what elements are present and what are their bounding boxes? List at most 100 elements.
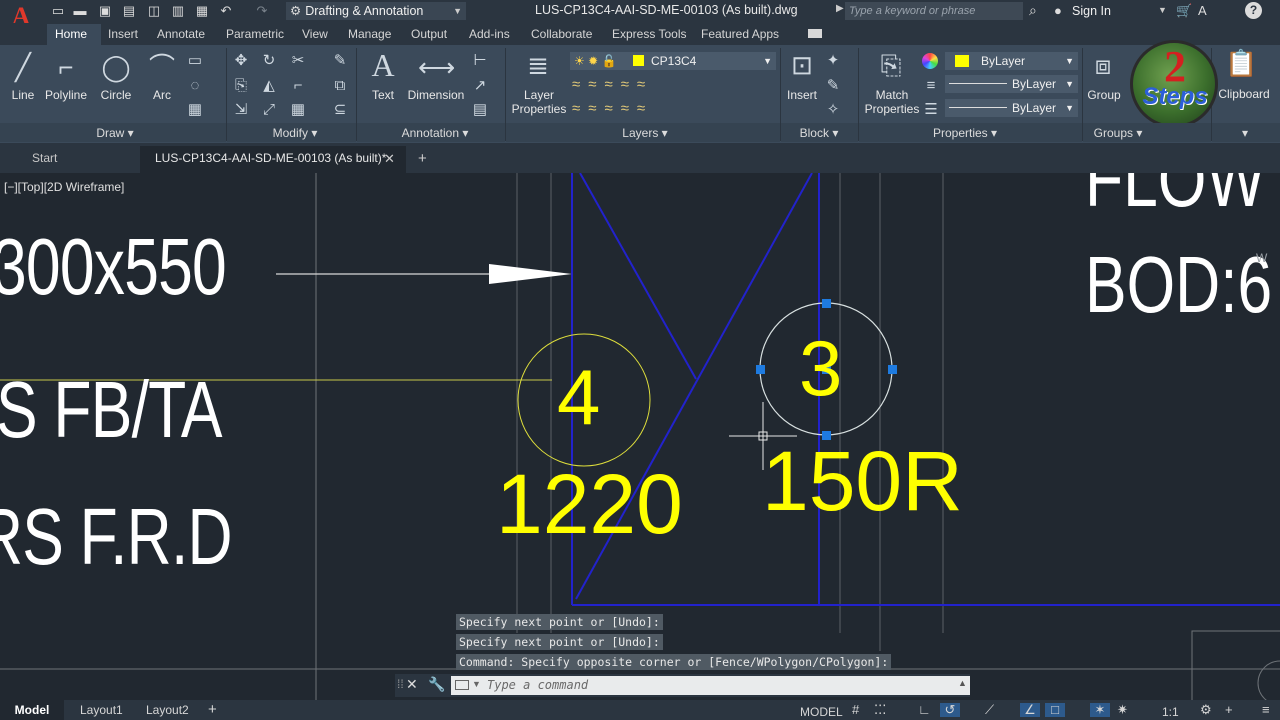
layout-tab-layout2[interactable]: Layout2 bbox=[146, 700, 189, 720]
array-icon[interactable]: ▦ bbox=[289, 101, 307, 119]
plot-icon[interactable]: ▦ bbox=[194, 3, 210, 19]
lineweight-icon[interactable]: ≡ bbox=[922, 77, 940, 95]
tab-drawing[interactable]: LUS-CP13C4-AAI-SD-ME-00103 (As built)* ✕ bbox=[140, 146, 406, 173]
chevron-right-icon[interactable]: ▶ bbox=[836, 3, 844, 14]
tab-parametric[interactable]: Parametric bbox=[226, 27, 284, 41]
tab-collaborate[interactable]: Collaborate bbox=[531, 27, 592, 41]
annotation-scale[interactable]: 1:1 bbox=[1162, 705, 1179, 719]
tab-express-tools[interactable]: Express Tools bbox=[612, 27, 686, 41]
leader-icon[interactable]: ↗ bbox=[471, 77, 489, 95]
tab-add-ins[interactable]: Add-ins bbox=[469, 27, 510, 41]
rectangle-icon[interactable]: ▭ bbox=[186, 52, 204, 70]
tab-insert[interactable]: Insert bbox=[108, 27, 138, 41]
table-grid-icon[interactable]: ▦ bbox=[186, 101, 204, 119]
ribbon-minimize-icon[interactable] bbox=[808, 29, 822, 38]
help-icon[interactable]: ? bbox=[1245, 2, 1262, 19]
fillet-icon[interactable]: ⌐ bbox=[289, 77, 307, 95]
modify-panel-title[interactable]: Modify ▾ bbox=[240, 126, 350, 140]
grid-icon[interactable]: # bbox=[852, 703, 859, 717]
annotation-visibility-icon[interactable]: ✶ bbox=[1090, 703, 1110, 717]
create-block-icon[interactable]: ✦ bbox=[824, 52, 842, 70]
search-icon[interactable]: ⌕ bbox=[1029, 2, 1037, 19]
list-icon[interactable]: ☰ bbox=[922, 101, 940, 119]
redo-icon[interactable]: ↷ bbox=[254, 3, 270, 19]
tab-featured-apps[interactable]: Featured Apps bbox=[701, 27, 779, 41]
command-expand-icon[interactable]: ▲ bbox=[958, 678, 967, 688]
command-prompt-icon[interactable] bbox=[455, 680, 469, 690]
linear-dim-icon[interactable]: ⊢ bbox=[471, 52, 489, 70]
line-button[interactable]: Line bbox=[5, 88, 41, 102]
save-web-icon[interactable]: ▥ bbox=[170, 3, 186, 19]
layer-properties-label-1[interactable]: Layer bbox=[510, 88, 568, 102]
undo-icon[interactable]: ↶ bbox=[218, 3, 234, 19]
tab-start[interactable]: Start bbox=[0, 146, 140, 171]
polyline-button[interactable]: Polyline bbox=[43, 88, 89, 102]
block-panel-title[interactable]: Block ▾ bbox=[784, 126, 854, 140]
workspace-gear-icon[interactable]: ⚙ bbox=[1200, 703, 1212, 717]
layer-tools-row-1[interactable]: ≈≈≈≈≈ bbox=[572, 76, 692, 94]
grip-handle-icon[interactable]: ⁞⁞ bbox=[397, 677, 404, 691]
autodesk-app-icon[interactable]: A bbox=[1198, 3, 1207, 18]
copy-icon[interactable]: ⎘ bbox=[232, 77, 250, 95]
stretch-icon[interactable]: ⇲ bbox=[232, 101, 250, 119]
layer-dropdown[interactable]: ☀ ✹ 🔓 CP13C4 ▼ bbox=[570, 52, 776, 70]
tab-home[interactable]: Home bbox=[55, 27, 87, 41]
layer-properties-label-2[interactable]: Properties bbox=[508, 102, 570, 116]
explode-icon[interactable]: ⧉ bbox=[331, 77, 349, 95]
layer-tools-row-2[interactable]: ≈≈≈≈≈ bbox=[572, 100, 692, 118]
linetype-dropdown[interactable]: ByLayer ▼ bbox=[945, 75, 1078, 93]
layout-tab-model[interactable]: Model bbox=[0, 700, 64, 720]
mirror-icon[interactable]: ◭ bbox=[260, 77, 278, 95]
annotation-panel-title[interactable]: Annotation ▾ bbox=[370, 126, 500, 140]
clipboard-expand-icon[interactable]: ▾ bbox=[1230, 126, 1260, 140]
new-file-icon[interactable]: ▭ bbox=[50, 3, 66, 19]
tab-annotate[interactable]: Annotate bbox=[157, 27, 205, 41]
dimension-button[interactable]: Dimension bbox=[404, 88, 468, 102]
lineweight-dropdown[interactable]: ByLayer ▼ bbox=[945, 99, 1078, 117]
ortho-icon[interactable]: ∟ bbox=[918, 703, 931, 717]
rotate-icon[interactable]: ↻ bbox=[260, 52, 278, 70]
annotation-monitor-icon[interactable]: + bbox=[1225, 703, 1233, 717]
polar-tracking-icon[interactable]: ↺ bbox=[940, 703, 960, 717]
snap-icon[interactable]: ⁚⁚⁚ bbox=[874, 703, 886, 717]
command-input[interactable]: Type a command bbox=[451, 676, 970, 695]
properties-panel-title[interactable]: Properties ▾ bbox=[910, 126, 1020, 140]
color-wheel-icon[interactable] bbox=[922, 53, 938, 69]
clipboard-button[interactable]: Clipboard bbox=[1216, 87, 1272, 101]
arc-button[interactable]: Arc bbox=[145, 88, 179, 102]
sign-in-button[interactable]: Sign In bbox=[1072, 4, 1111, 18]
viewport-controls[interactable]: [−][Top][2D Wireframe] bbox=[4, 180, 124, 194]
layers-panel-title[interactable]: Layers ▾ bbox=[590, 126, 700, 140]
insert-block-button[interactable]: Insert bbox=[783, 88, 821, 102]
layout-tab-layout1[interactable]: Layout1 bbox=[80, 700, 123, 720]
edit-block-icon[interactable]: ✎ bbox=[824, 77, 842, 95]
isodraft-icon[interactable]: ⟋ bbox=[985, 703, 994, 717]
close-command-icon[interactable]: ✕ bbox=[406, 676, 418, 693]
save-icon[interactable]: ▣ bbox=[97, 3, 113, 19]
auto-scale-icon[interactable]: ✷ bbox=[1117, 703, 1128, 717]
block-attribute-icon[interactable]: ✧ bbox=[824, 101, 842, 119]
add-layout-icon[interactable]: + bbox=[208, 700, 217, 720]
scale-icon[interactable]: ⤢ bbox=[260, 101, 278, 119]
open-file-icon[interactable]: ▬ bbox=[72, 3, 88, 19]
model-space-button[interactable]: MODEL bbox=[800, 705, 843, 719]
color-dropdown[interactable]: ByLayer ▼ bbox=[945, 52, 1078, 70]
group-button[interactable]: Group bbox=[1084, 88, 1124, 102]
offset-icon[interactable]: ⊆ bbox=[331, 101, 349, 119]
text-button[interactable]: Text bbox=[365, 88, 401, 102]
save-as-icon[interactable]: ▤ bbox=[121, 3, 137, 19]
table-icon[interactable]: ▤ bbox=[471, 101, 489, 119]
new-tab-icon[interactable]: + bbox=[418, 150, 427, 167]
trim-icon[interactable]: ✂ bbox=[289, 52, 307, 70]
object-snap-tracking-icon[interactable]: ∠ bbox=[1020, 703, 1040, 717]
tab-output[interactable]: Output bbox=[411, 27, 447, 41]
groups-panel-title[interactable]: Groups ▾ bbox=[1083, 126, 1153, 140]
customize-menu-icon[interactable]: ≡ bbox=[1262, 703, 1270, 717]
workspace-switcher[interactable]: ⚙ Drafting & Annotation ▼ bbox=[286, 2, 466, 20]
move-icon[interactable]: ✥ bbox=[232, 52, 250, 70]
recent-commands-icon[interactable]: ▼ bbox=[472, 679, 481, 689]
tab-manage[interactable]: Manage bbox=[348, 27, 391, 41]
match-properties-label-2[interactable]: Properties bbox=[860, 102, 924, 116]
draw-panel-title[interactable]: Draw ▾ bbox=[60, 126, 170, 140]
close-tab-icon[interactable]: ✕ bbox=[384, 146, 395, 171]
